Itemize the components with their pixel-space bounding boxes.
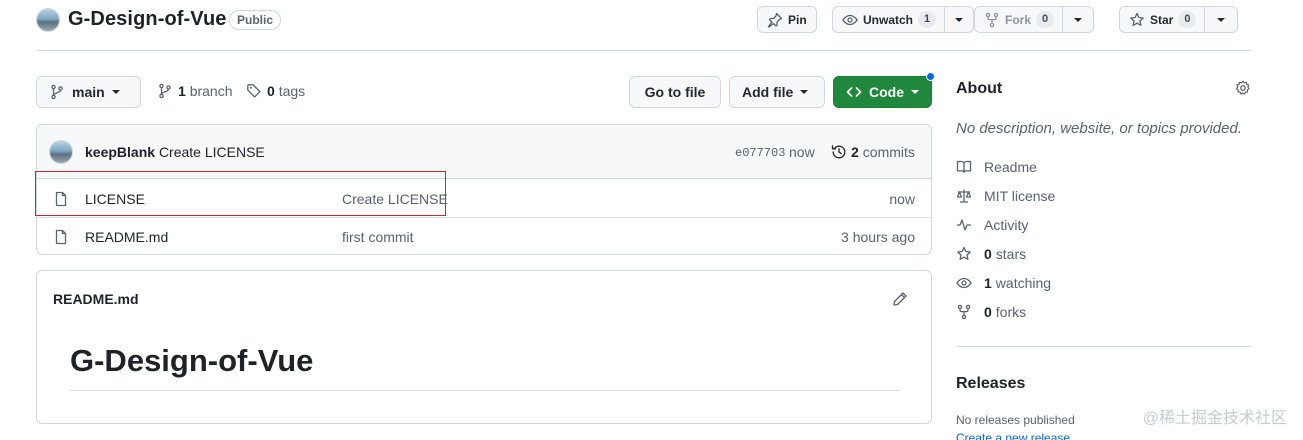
chevron-down-icon — [800, 90, 809, 94]
sidebar-stars-link[interactable]: 0 stars — [956, 244, 1026, 264]
stars-word: stars — [995, 246, 1027, 262]
watching-count: 1 — [984, 275, 992, 291]
sidebar-license-link[interactable]: MIT license — [956, 186, 1055, 206]
branch-name: main — [72, 84, 105, 100]
tag-count: 0 — [267, 83, 275, 99]
commit-count: 2 — [851, 144, 859, 160]
notification-dot — [926, 72, 935, 81]
history-icon — [831, 144, 847, 160]
pulse-icon — [956, 217, 972, 233]
add-file-label: Add file — [742, 84, 794, 100]
add-file-button[interactable]: Add file — [729, 76, 825, 108]
star-count: 0 — [1178, 11, 1197, 28]
pin-button[interactable]: Pin — [757, 6, 817, 33]
watermark: @稀土掘金技术社区 — [1142, 410, 1287, 427]
create-release-link[interactable]: Create a new release — [956, 431, 1070, 440]
book-icon — [956, 159, 972, 175]
commit-time: now — [789, 144, 815, 160]
forks-word: forks — [995, 304, 1027, 320]
commit-author[interactable]: keepBlank — [85, 144, 155, 160]
commit-message[interactable]: Create LICENSE — [159, 144, 265, 160]
chevron-down-icon — [955, 17, 964, 22]
tags-link[interactable]: 0 tags — [246, 83, 305, 99]
branch-icon — [157, 83, 173, 99]
star-icon — [956, 246, 972, 262]
commits-link[interactable]: 2 commits — [831, 144, 915, 160]
branch-select-button[interactable]: main — [36, 76, 141, 108]
code-button[interactable]: Code — [833, 76, 932, 108]
about-title: About — [956, 80, 1003, 97]
branches-link[interactable]: 1 branch — [157, 83, 233, 99]
branch-count: 1 — [178, 83, 186, 99]
tag-word: tags — [278, 83, 306, 99]
sidebar-forks-link[interactable]: 0 forks — [956, 302, 1026, 322]
repo-owner-avatar[interactable] — [36, 8, 60, 32]
forks-count: 0 — [984, 304, 992, 320]
star-button[interactable]: Star 0 — [1119, 6, 1239, 33]
branch-word: branch — [189, 83, 233, 99]
repo-name[interactable]: G-Design-of-Vue — [68, 8, 227, 31]
readme-heading: G-Design-of-Vue — [70, 343, 314, 378]
activity-label: Activity — [984, 217, 1029, 233]
file-commit-time: now — [889, 191, 915, 207]
sidebar-watching-link[interactable]: 1 watching — [956, 273, 1051, 293]
releases-title[interactable]: Releases — [956, 375, 1025, 393]
unwatch-label: Unwatch — [863, 12, 914, 27]
fork-dropdown[interactable] — [1063, 7, 1093, 32]
watching-word: watching — [995, 275, 1052, 291]
file-commit-message[interactable]: first commit — [342, 229, 414, 245]
readme-panel: README.md G-Design-of-Vue — [36, 270, 932, 424]
file-icon — [53, 229, 69, 245]
branch-icon — [49, 84, 65, 100]
avatar[interactable] — [49, 140, 73, 164]
license-label: MIT license — [984, 188, 1056, 204]
file-name[interactable]: README.md — [85, 229, 168, 245]
fork-label: Fork — [1005, 12, 1032, 27]
star-dropdown[interactable] — [1205, 7, 1237, 32]
sidebar-activity-link[interactable]: Activity — [956, 215, 1028, 235]
star-icon — [1129, 12, 1145, 28]
fork-count: 0 — [1036, 11, 1055, 28]
sidebar-divider — [956, 346, 1252, 347]
fork-icon — [984, 12, 1000, 28]
pencil-icon[interactable] — [892, 291, 908, 307]
eye-icon — [956, 275, 972, 291]
chevron-down-icon — [1217, 17, 1226, 22]
no-releases-text: No releases published — [956, 413, 1075, 427]
star-label: Star — [1150, 12, 1174, 27]
code-icon — [846, 84, 862, 100]
chevron-down-icon — [1074, 17, 1083, 22]
readme-label: Readme — [984, 159, 1037, 175]
fork-icon — [956, 304, 972, 320]
commit-sha[interactable]: e077703 — [735, 146, 785, 160]
go-to-file-button[interactable]: Go to file — [629, 76, 721, 108]
commit-word: commits — [862, 144, 915, 160]
file-row-readme[interactable]: README.md first commit 3 hours ago — [37, 217, 931, 254]
go-to-file-label: Go to file — [644, 84, 706, 100]
fork-button[interactable]: Fork 0 — [974, 6, 1095, 33]
annotation-highlight-box — [35, 171, 446, 216]
gear-icon[interactable] — [1235, 80, 1251, 96]
stars-count: 0 — [984, 246, 992, 262]
eye-icon — [842, 12, 858, 28]
tag-icon — [246, 83, 262, 99]
pin-icon — [767, 12, 783, 28]
watch-dropdown[interactable] — [945, 7, 973, 32]
law-icon — [956, 188, 972, 204]
pin-label: Pin — [788, 12, 807, 27]
chevron-down-icon — [111, 90, 120, 94]
about-description: No description, website, or topics provi… — [956, 120, 1242, 137]
unwatch-button[interactable]: Unwatch 1 — [832, 6, 975, 33]
visibility-badge: Public — [229, 10, 282, 30]
watch-count: 1 — [918, 11, 937, 28]
file-commit-time: 3 hours ago — [841, 229, 915, 245]
header-divider — [36, 50, 1252, 51]
readme-heading-rule — [70, 390, 900, 391]
readme-filename[interactable]: README.md — [53, 291, 139, 307]
chevron-down-icon — [911, 90, 919, 94]
sidebar-readme-link[interactable]: Readme — [956, 157, 1037, 177]
code-label: Code — [869, 84, 904, 100]
